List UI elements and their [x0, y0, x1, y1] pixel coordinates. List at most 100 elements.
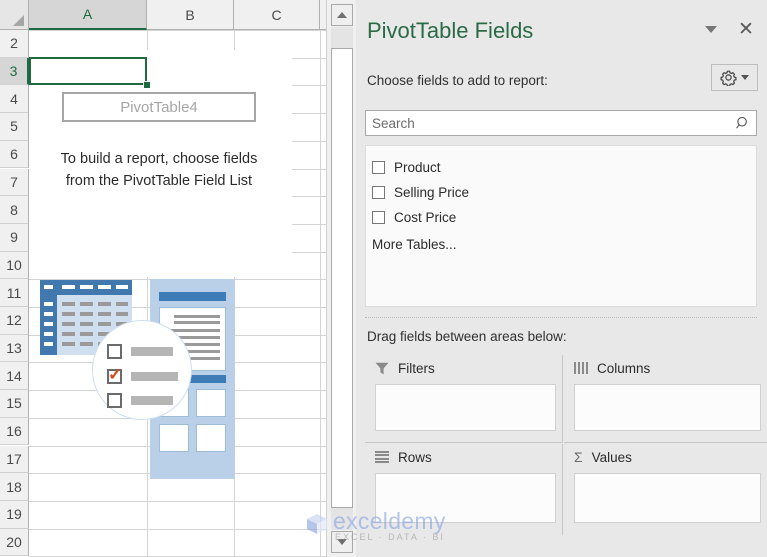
columns-icon: [574, 362, 588, 374]
gridline-horizontal: [29, 501, 356, 502]
scroll-down-button[interactable]: [331, 531, 353, 553]
drop-zone-filters-label: Filters: [398, 360, 435, 376]
row-header-20[interactable]: 20: [0, 528, 29, 557]
drop-zone-columns-area[interactable]: [574, 384, 761, 431]
row-header-label: 7: [10, 173, 18, 190]
field-label: Selling Price: [394, 184, 470, 200]
illustration-checkbox-1: [107, 344, 122, 359]
drop-zone-values-area[interactable]: [574, 473, 761, 523]
choose-fields-label: Choose fields to add to report:: [367, 73, 548, 88]
pivottable-name-box: PivotTable4: [62, 92, 256, 122]
column-header-c[interactable]: C: [234, 0, 320, 30]
illustration-checkmark-icon: ✓: [108, 365, 123, 384]
row-header-10[interactable]: 10: [0, 251, 29, 280]
drop-zone-filters-area[interactable]: [375, 384, 556, 431]
panel-divider: [365, 317, 757, 319]
fill-handle[interactable]: [143, 81, 151, 89]
gear-dropdown-arrow-icon: [741, 75, 749, 80]
row-header-11[interactable]: 11: [0, 279, 29, 307]
search-box[interactable]: [365, 110, 757, 136]
drop-zone-filters[interactable]: Filters: [365, 355, 563, 443]
column-header-a-label: A: [82, 6, 93, 22]
row-header-13[interactable]: 13: [0, 334, 29, 363]
scroll-down-arrow-icon: [337, 539, 347, 545]
filter-funnel-icon: [375, 362, 389, 374]
drop-zone-values[interactable]: Σ Values: [564, 444, 767, 535]
row-header-label: 18: [6, 478, 22, 495]
row-header-label: 15: [6, 395, 22, 412]
pivottable-illustration: ✓: [40, 279, 285, 490]
row-header-14[interactable]: 14: [0, 362, 29, 391]
row-header-label: 10: [6, 256, 22, 273]
drop-zone-columns-label: Columns: [597, 360, 651, 376]
illustration-checkbox-3: [107, 393, 122, 408]
row-header-8[interactable]: 8: [0, 196, 29, 224]
row-header-18[interactable]: 18: [0, 473, 29, 501]
row-header-label: 12: [6, 312, 22, 329]
vertical-scrollbar[interactable]: [326, 0, 356, 557]
row-header-3[interactable]: 3: [0, 57, 29, 86]
empty-message-line-2: from the PivotTable Field List: [65, 173, 253, 189]
column-header-a[interactable]: A: [29, 0, 147, 30]
scrollbar-thumb[interactable]: [331, 48, 353, 508]
field-checkbox[interactable]: [372, 210, 385, 224]
row-header-12[interactable]: 12: [0, 307, 29, 335]
drop-zone-values-label: Values: [591, 449, 632, 465]
more-tables-link[interactable]: More Tables...: [372, 237, 756, 252]
active-cell-a3[interactable]: [29, 57, 147, 85]
row-header-17[interactable]: 17: [0, 445, 29, 474]
row-header-label: 16: [6, 423, 22, 440]
search-input[interactable]: [366, 111, 730, 135]
row-header-label: 20: [6, 533, 22, 550]
field-item[interactable]: Product: [372, 156, 756, 178]
chevron-down-icon[interactable]: [705, 26, 717, 33]
pivottable-name-label: PivotTable4: [120, 98, 198, 116]
field-checkbox[interactable]: [372, 185, 385, 199]
column-header-row: A B C: [0, 0, 356, 30]
column-header-c-label: C: [271, 6, 282, 23]
row-header-2[interactable]: 2: [0, 30, 29, 58]
row-header-4[interactable]: 4: [0, 85, 29, 114]
drag-fields-label: Drag fields between areas below:: [367, 329, 567, 344]
row-header-15[interactable]: 15: [0, 390, 29, 418]
row-header-label: 9: [10, 229, 18, 246]
gridline-horizontal: [29, 529, 356, 530]
row-header-label: 6: [10, 146, 18, 163]
field-item[interactable]: Selling Price: [372, 181, 756, 203]
search-icon: [730, 115, 756, 132]
row-header-7[interactable]: 7: [0, 168, 29, 197]
select-all-corner[interactable]: [0, 0, 29, 30]
row-header-label: 3: [9, 63, 18, 80]
row-header-label: 19: [6, 506, 22, 523]
drop-zone-rows-label: Rows: [398, 449, 432, 465]
gridline-horizontal: [29, 30, 356, 31]
close-icon[interactable]: ✕: [733, 16, 759, 42]
field-checkbox[interactable]: [372, 160, 385, 174]
spreadsheet-area: A B C 2 3 4 5 6 7 8 9 10 11 12 13 14 15 16 17 18 19 20 Piv…: [0, 0, 356, 557]
illustration-panel-titlebar: [159, 292, 226, 301]
row-header-19[interactable]: 19: [0, 500, 29, 529]
pivottable-fields-panel: PivotTable Fields ✕ Choose fields to add…: [356, 0, 767, 557]
empty-message-line-1: To build a report, choose fields: [60, 151, 258, 167]
gear-icon: [720, 70, 737, 86]
column-header-b-label: B: [185, 6, 195, 23]
drop-zone-grid: Filters Columns Rows Σ Values: [365, 355, 767, 535]
field-item[interactable]: Cost Price: [372, 206, 756, 228]
drop-zone-rows-area[interactable]: [375, 473, 556, 523]
tools-button[interactable]: [711, 64, 758, 91]
column-header-b[interactable]: B: [147, 0, 234, 30]
scroll-up-button[interactable]: [331, 4, 353, 26]
pivottable-empty-message: To build a report, choose fields from th…: [29, 148, 289, 192]
row-header-5[interactable]: 5: [0, 113, 29, 141]
row-header-9[interactable]: 9: [0, 223, 29, 252]
row-header-6[interactable]: 6: [0, 140, 29, 169]
select-all-triangle-icon: [13, 15, 24, 26]
row-header-16[interactable]: 16: [0, 417, 29, 446]
row-header-label: 11: [6, 284, 22, 301]
drop-zone-rows[interactable]: Rows: [365, 444, 563, 535]
illustration-magnifier: ✓: [92, 320, 192, 420]
field-list[interactable]: Product Selling Price Cost Price More Tabl…: [365, 145, 757, 307]
row-header-label: 17: [6, 450, 22, 467]
field-label: Cost Price: [394, 209, 457, 225]
drop-zone-columns[interactable]: Columns: [564, 355, 767, 443]
